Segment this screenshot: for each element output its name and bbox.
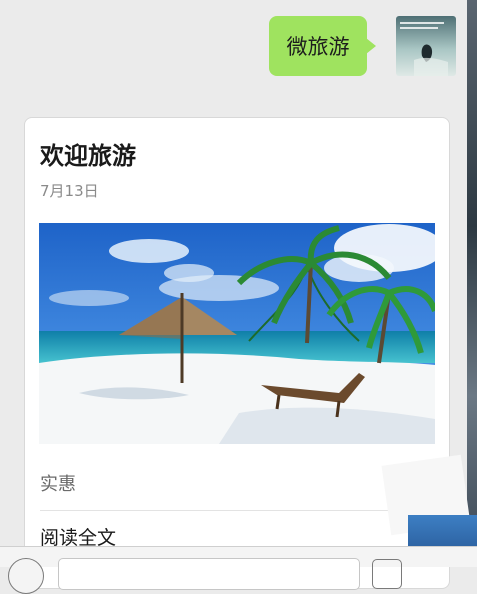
article-cover-image <box>39 223 435 444</box>
bubble-tail <box>366 38 376 54</box>
article-date: 7月13日 <box>40 182 99 200</box>
divider <box>40 510 434 511</box>
emoji-icon[interactable] <box>372 559 402 589</box>
beach-image <box>39 223 435 444</box>
window-edge <box>467 0 477 566</box>
article-summary: 实惠 <box>40 474 76 495</box>
article-title: 欢迎旅游 <box>40 142 136 170</box>
message-input[interactable] <box>58 558 360 590</box>
sent-message-bubble[interactable]: 微旅游 <box>269 16 367 76</box>
voice-input-button[interactable] <box>8 558 44 594</box>
user-avatar[interactable] <box>396 16 456 76</box>
avatar-image <box>396 16 456 76</box>
article-card[interactable]: 欢迎旅游 7月13日 实惠 阅读全文 <box>24 117 450 589</box>
sent-message-text: 微旅游 <box>286 35 350 59</box>
